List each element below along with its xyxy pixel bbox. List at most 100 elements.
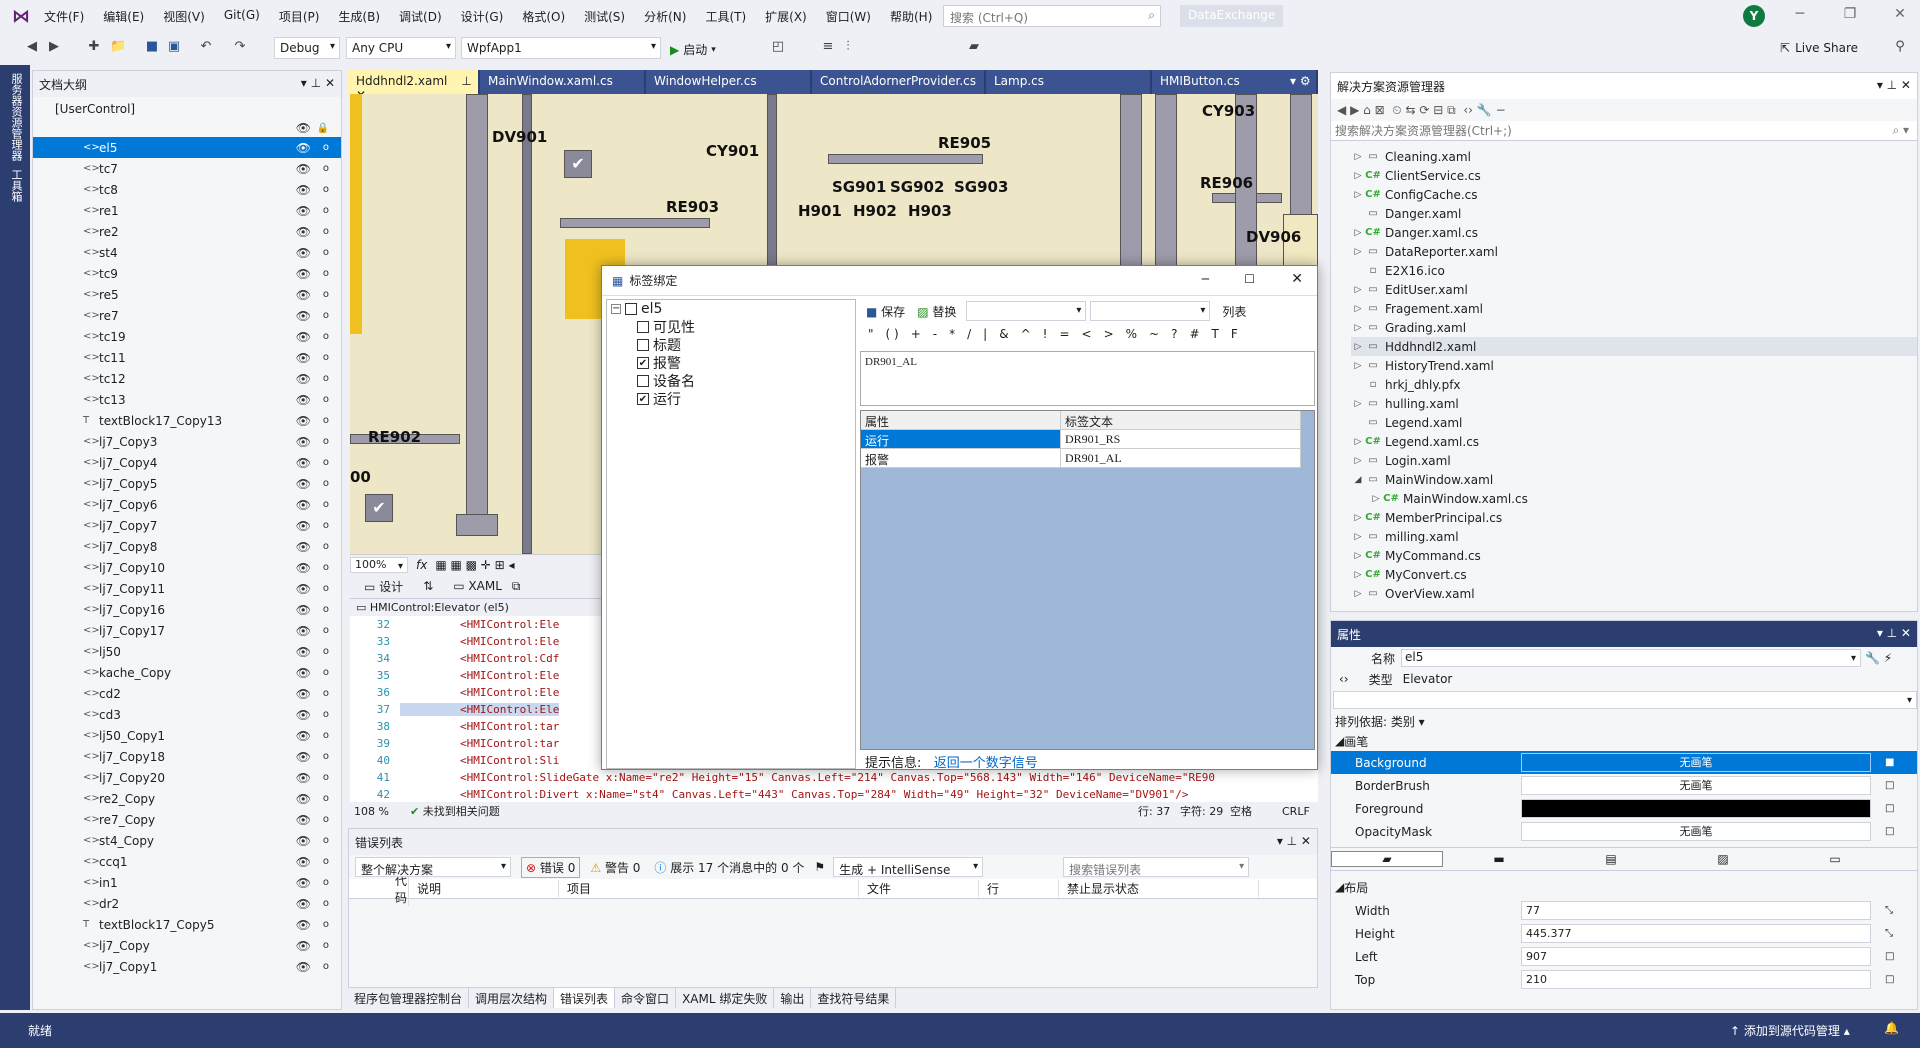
back-icon[interactable]: ◀ [1337, 103, 1346, 117]
home-icon[interactable]: ⌂ [1363, 103, 1371, 117]
start-button[interactable]: ▶ 启动 ▾ [670, 41, 716, 58]
open-icon[interactable]: 📁 [110, 39, 126, 55]
eye-icon[interactable]: 👁 [296, 603, 311, 617]
eye-icon[interactable]: 👁 [296, 792, 311, 806]
solution-item[interactable]: ▷ ▭ EditUser.xaml [1351, 280, 1917, 299]
grid-cell-property[interactable]: 运行 [861, 430, 1061, 449]
eye-icon[interactable]: 👁 [296, 519, 311, 533]
expand-arrow-icon[interactable]: ▷ [1351, 285, 1365, 295]
outline-item[interactable]: <> re2 👁 o [33, 221, 341, 242]
eye-icon[interactable]: 👁 [296, 267, 311, 281]
solution-item[interactable]: ▭ Danger.xaml [1351, 204, 1917, 223]
conveyor-re905[interactable] [828, 154, 983, 164]
eye-icon[interactable]: 👁 [296, 372, 311, 386]
tab-xaml[interactable]: ▭ XAML [453, 579, 502, 593]
menu-item[interactable]: 测试(S) [584, 8, 625, 25]
no-brush-icon[interactable]: ▰ [1331, 851, 1443, 867]
image-brush-icon[interactable]: ▨ [1667, 852, 1779, 866]
outline-item[interactable]: <> tc13 👁 o [33, 389, 341, 410]
operator-button[interactable]: " [868, 327, 874, 341]
expand-arrow-icon[interactable]: ▷ [1351, 171, 1365, 181]
undo-icon[interactable]: ↶ [198, 39, 214, 55]
doc-tab[interactable]: Hddhndl2.xaml⊥ ✕ [348, 70, 478, 102]
error-column-header[interactable]: 行 [979, 880, 1059, 897]
expand-icon[interactable]: □ [1885, 951, 1894, 962]
lock-toggle-icon[interactable]: o [323, 730, 329, 741]
property-input[interactable]: 210 [1521, 970, 1871, 989]
property-row[interactable]: Height 445.377 ⤡ [1331, 922, 1917, 945]
operator-button[interactable]: # [1189, 327, 1199, 341]
menu-item[interactable]: 视图(V) [163, 8, 205, 25]
bottom-tab[interactable]: XAML 绑定失败 [676, 988, 775, 1008]
replace-button[interactable]: ▨ 替换 [917, 303, 956, 320]
solution-item[interactable]: ▷ C# Danger.xaml.cs [1351, 223, 1917, 242]
eye-icon[interactable]: 👁 [296, 939, 311, 953]
outline-item[interactable]: <> re2_Copy 👁 o [33, 788, 341, 809]
eye-icon[interactable]: 👁 [296, 498, 311, 512]
outline-item[interactable]: TtextBlock17_Copy13 👁 o [33, 410, 341, 431]
advanced-options-icon[interactable]: □ [1885, 780, 1894, 791]
lock-toggle-icon[interactable]: o [323, 604, 329, 615]
eye-icon[interactable]: 👁 [296, 645, 311, 659]
property-input[interactable]: 77 [1521, 901, 1871, 920]
back-icon[interactable]: ◀ [24, 39, 40, 55]
eye-icon[interactable]: 👁 [296, 246, 311, 260]
dialog-close-button[interactable]: ✕ [1291, 271, 1303, 287]
lock-toggle-icon[interactable]: o [323, 667, 329, 678]
vs-icon[interactable]: ⊠ [1375, 103, 1385, 117]
eye-icon[interactable]: 👁 [296, 330, 311, 344]
expand-icon[interactable]: ⤡ [1885, 905, 1893, 916]
outline-item[interactable]: <> cd3 👁 o [33, 704, 341, 725]
swap-icon[interactable]: ⇅ [423, 579, 433, 593]
lock-toggle-icon[interactable]: o [323, 478, 329, 489]
outline-item[interactable]: <> cd2 👁 o [33, 683, 341, 704]
scope-select[interactable]: 整个解决方案 [355, 857, 511, 877]
dialog-minimize-button[interactable]: ─ [1202, 272, 1209, 286]
outline-item[interactable]: <> tc12 👁 o [33, 368, 341, 389]
bottom-tab[interactable]: 命令窗口 [615, 988, 677, 1008]
outline-item[interactable]: <> lj7_Copy10 👁 o [33, 557, 341, 578]
expand-arrow-icon[interactable]: ▷ [1351, 342, 1365, 352]
lock-toggle-icon[interactable]: o [323, 457, 329, 468]
operator-button[interactable]: ! [1043, 327, 1048, 341]
lock-toggle-icon[interactable]: o [323, 352, 329, 363]
outline-item[interactable]: <> tc7 👁 o [33, 158, 341, 179]
pin-icon[interactable]: ⊥ [311, 76, 321, 90]
menu-item[interactable]: 设计(G) [461, 8, 504, 25]
forward-icon[interactable]: ▶ [1350, 103, 1359, 117]
eye-icon[interactable]: 👁 [296, 750, 311, 764]
elevator-left[interactable] [466, 94, 488, 534]
warnings-filter[interactable]: ⚠ 警告 0 [586, 858, 644, 877]
project-select[interactable]: WpfApp1 [461, 37, 661, 59]
operator-button[interactable]: & [999, 327, 1008, 341]
lock-toggle-icon[interactable]: o [323, 751, 329, 762]
platform-select[interactable]: Any CPU [346, 37, 456, 59]
outline-item[interactable]: <> lj7_Copy20 👁 o [33, 767, 341, 788]
outline-item[interactable]: <> tc8 👁 o [33, 179, 341, 200]
expand-icon[interactable]: □ [1885, 974, 1894, 985]
outline-item[interactable]: <> ccq1 👁 o [33, 851, 341, 872]
format-icon[interactable]: ≡ [820, 39, 836, 55]
forward-icon[interactable]: ▶ [46, 39, 62, 55]
minimize-button[interactable]: ─ [1790, 6, 1810, 26]
formula-editor[interactable]: DR901_AL [860, 351, 1315, 406]
operator-button[interactable]: * [949, 327, 955, 341]
outline-item[interactable]: <> lj7_Copy18 👁 o [33, 746, 341, 767]
solution-item[interactable]: ▷ ▭ milling.xaml [1351, 527, 1917, 546]
messages-filter[interactable]: ⓘ 展示 17 个消息中的 0 个 [650, 858, 808, 877]
bottom-tab[interactable]: 错误列表 [554, 988, 616, 1008]
lock-toggle-icon[interactable]: o [323, 499, 329, 510]
lock-icon[interactable]: 🔒 [317, 123, 329, 134]
expand-arrow-icon[interactable]: ▷ [1351, 247, 1365, 257]
eye-icon[interactable]: 👁 [296, 309, 311, 323]
lock-toggle-icon[interactable]: o [323, 247, 329, 258]
property-row[interactable]: OpacityMask 无画笔 □ [1331, 820, 1917, 843]
eye-icon[interactable]: 👁 [296, 456, 311, 470]
outline-item[interactable]: <> lj7_Copy16 👁 o [33, 599, 341, 620]
outline-item[interactable]: <> kache_Copy 👁 o [33, 662, 341, 683]
property-row[interactable]: Top 210 □ [1331, 968, 1917, 991]
lock-toggle-icon[interactable]: o [323, 856, 329, 867]
outline-item[interactable]: <> lj50 👁 o [33, 641, 341, 662]
solution-item[interactable]: ▷ ▭ HistoryTrend.xaml [1351, 356, 1917, 375]
operator-button[interactable]: + [911, 327, 921, 341]
